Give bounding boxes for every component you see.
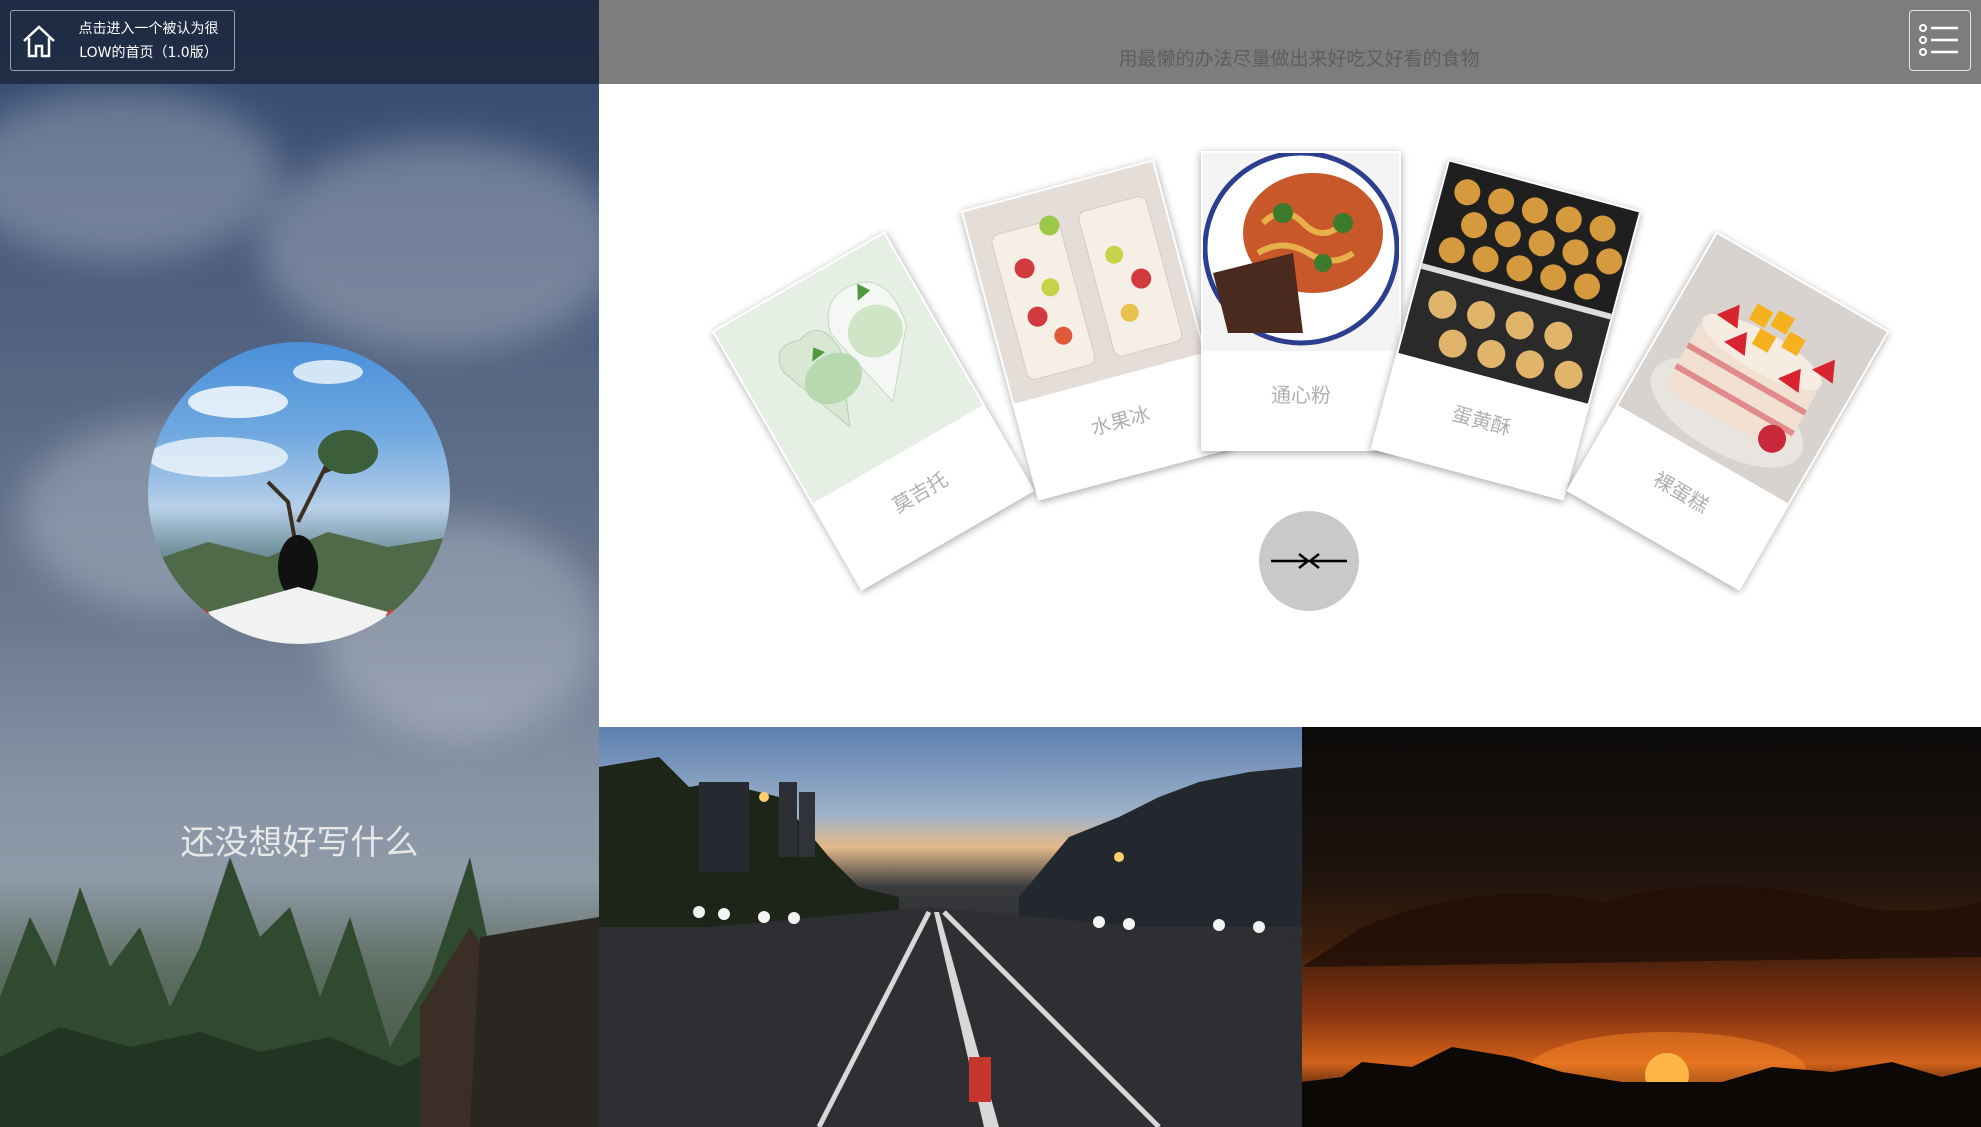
list-menu-icon bbox=[1919, 24, 1958, 56]
profile-tagline: 还没想好写什么 bbox=[180, 823, 419, 863]
food-photo bbox=[963, 161, 1204, 404]
home-icon bbox=[23, 24, 55, 57]
home-label: 点击进入一个被认为很 LOW的首页（1.0版） bbox=[71, 17, 226, 65]
food-photo bbox=[1398, 161, 1639, 404]
home-label-line2: LOW的首页（1.0版） bbox=[79, 44, 218, 61]
home-label-line1: 点击进入一个被认为很 bbox=[78, 20, 219, 37]
page-subtitle: 用最懒的办法尽量做出来好吃又好看的食物 bbox=[1118, 48, 1480, 70]
city-road-photo bbox=[599, 727, 1302, 1127]
food-photo bbox=[1203, 153, 1399, 351]
sky-cloud bbox=[260, 140, 599, 350]
left-profile-panel: 点击进入一个被认为很 LOW的首页（1.0版） 还没想好写什么 bbox=[0, 0, 599, 1127]
avatar bbox=[148, 342, 450, 644]
food-label: 通心粉 bbox=[1271, 383, 1331, 407]
sunset-photo bbox=[1302, 727, 1981, 1127]
collapse-button[interactable] bbox=[1259, 511, 1359, 611]
arrows-collapse-icon bbox=[1271, 553, 1347, 569]
food-card-macaroni[interactable]: 通心粉 bbox=[1201, 151, 1401, 451]
home-bar: 点击进入一个被认为很 LOW的首页（1.0版） bbox=[0, 0, 599, 84]
menu-button[interactable] bbox=[1909, 10, 1971, 71]
sky-cloud bbox=[0, 90, 280, 260]
top-bar: 用最懒的办法尽量做出来好吃又好看的食物 bbox=[599, 0, 1981, 84]
home-button[interactable]: 点击进入一个被认为很 LOW的首页（1.0版） bbox=[10, 10, 235, 71]
